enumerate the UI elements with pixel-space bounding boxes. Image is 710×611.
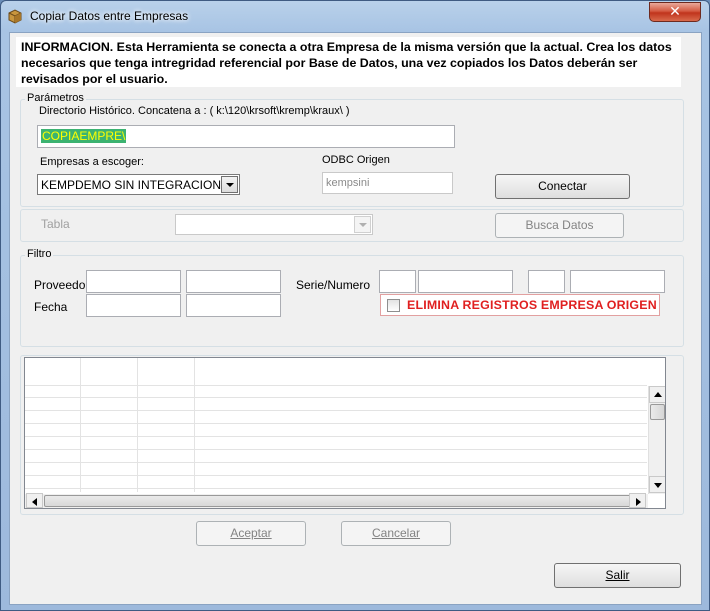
title-bar[interactable]: Copiar Datos entre Empresas ✕ — [1, 1, 709, 31]
fecha-from-input[interactable] — [86, 294, 181, 317]
scroll-down-button[interactable] — [649, 476, 665, 493]
grid-column-divider — [137, 358, 138, 492]
arrow-right-icon — [636, 498, 641, 506]
scroll-right-button[interactable] — [629, 493, 646, 508]
tabla-dropdown-button[interactable] — [354, 216, 371, 233]
fecha-to-input[interactable] — [186, 294, 281, 317]
table-row[interactable] — [25, 477, 647, 489]
numero-from-input[interactable] — [418, 270, 513, 293]
conectar-label: Conectar — [538, 179, 587, 193]
cancelar-button[interactable]: Cancelar — [341, 521, 451, 546]
odbc-input[interactable]: kempsini — [322, 172, 453, 194]
parametros-group-label: Parámetros — [25, 92, 86, 104]
filtro-group-label: Filtro — [25, 248, 54, 260]
empresas-label: Empresas a escoger: — [40, 156, 144, 168]
chevron-down-icon — [226, 183, 234, 187]
grid-header — [25, 358, 647, 386]
scroll-left-button[interactable] — [26, 493, 43, 508]
close-button[interactable]: ✕ — [649, 2, 701, 22]
odbc-value: kempsini — [326, 177, 370, 189]
fecha-label: Fecha — [34, 300, 68, 314]
chevron-down-icon — [359, 223, 367, 227]
empresas-dropdown-button[interactable] — [221, 176, 238, 193]
directorio-value: COPIAEMPRE\ — [41, 129, 127, 143]
dialog-body: INFORMACION. Esta Herramienta se conecta… — [9, 32, 702, 605]
numero-to-input[interactable] — [570, 270, 665, 293]
scroll-up-button[interactable] — [649, 386, 665, 403]
aceptar-label: Aceptar — [230, 526, 272, 540]
close-icon: ✕ — [669, 4, 681, 20]
data-grid[interactable] — [24, 357, 666, 509]
window-title: Copiar Datos entre Empresas — [30, 9, 189, 23]
table-row[interactable] — [25, 464, 647, 476]
tabla-label: Tabla — [41, 217, 70, 231]
serie-from-input[interactable] — [379, 270, 416, 293]
table-row[interactable] — [25, 399, 647, 411]
app-window: Copiar Datos entre Empresas ✕ INFORMACIO… — [0, 0, 710, 611]
proveedor-to-input[interactable] — [186, 270, 281, 293]
busca-datos-label: Busca Datos — [525, 218, 594, 232]
info-text: INFORMACION. Esta Herramienta se conecta… — [16, 37, 681, 87]
directorio-input[interactable]: COPIAEMPRE\ — [37, 125, 455, 148]
aceptar-button[interactable]: Aceptar — [196, 521, 306, 546]
odbc-label: ODBC Origen — [322, 154, 390, 166]
table-row[interactable] — [25, 451, 647, 463]
arrow-down-icon — [654, 483, 662, 488]
conectar-button[interactable]: Conectar — [495, 174, 630, 199]
arrow-left-icon — [32, 498, 37, 506]
table-row[interactable] — [25, 386, 647, 398]
grid-column-divider — [80, 358, 81, 492]
cancelar-label: Cancelar — [371, 526, 421, 540]
vertical-scrollbar[interactable] — [648, 386, 665, 494]
grid-column-divider — [194, 358, 195, 492]
proveedor-from-input[interactable] — [86, 270, 181, 293]
empresas-value: KEMPDEMO SIN INTEGRACION — [41, 178, 222, 192]
table-row[interactable] — [25, 438, 647, 450]
serie-to-input[interactable] — [528, 270, 565, 293]
empresas-select[interactable]: KEMPDEMO SIN INTEGRACION — [37, 174, 240, 195]
horizontal-scrollbar[interactable] — [25, 493, 648, 508]
directorio-label: Directorio Histórico. Concatena a : ( k:… — [39, 105, 350, 117]
salir-label: Salir — [605, 568, 630, 582]
horizontal-scroll-thumb[interactable] — [44, 495, 632, 507]
elimina-registros-option[interactable]: ELIMINA REGISTROS EMPRESA ORIGEN — [380, 294, 660, 316]
busca-datos-button[interactable]: Busca Datos — [495, 213, 624, 238]
elimina-registros-label: ELIMINA REGISTROS EMPRESA ORIGEN — [407, 298, 657, 312]
table-row[interactable] — [25, 425, 647, 437]
vertical-scroll-thumb[interactable] — [650, 404, 665, 420]
boxes-icon — [8, 9, 22, 24]
serie-numero-label: Serie/Numero — [296, 278, 371, 292]
elimina-registros-checkbox[interactable] — [387, 299, 400, 312]
salir-button[interactable]: Salir — [554, 563, 681, 588]
table-row[interactable] — [25, 412, 647, 424]
proveedor-label: Proveedor — [34, 278, 90, 292]
arrow-up-icon — [654, 392, 662, 397]
tabla-select[interactable] — [175, 214, 373, 235]
